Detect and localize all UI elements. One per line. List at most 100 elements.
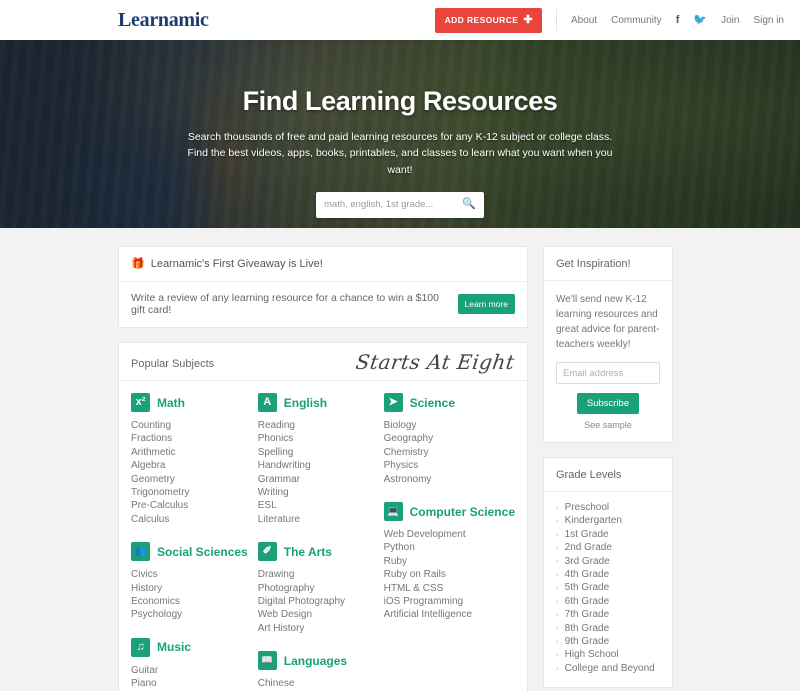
list-item[interactable]: › 8th Grade (556, 622, 660, 635)
subject-math-header[interactable]: x² Math (131, 393, 248, 412)
list-item[interactable]: HTML & CSS (384, 582, 515, 595)
list-item[interactable]: Civics (131, 568, 248, 581)
subscribe-button[interactable]: Subscribe (576, 393, 640, 414)
plus-icon: ✚ (523, 13, 533, 26)
inspiration-body: We'll send new K-12 learning resources a… (544, 281, 672, 442)
list-item[interactable]: Artificial Intelligence (384, 608, 515, 621)
add-resource-label: ADD RESOURCE (444, 15, 519, 25)
subject-the-arts-header[interactable]: ✐ The Arts (257, 542, 374, 562)
list-item[interactable]: Biology (384, 419, 515, 432)
chevron-right-icon: › (556, 516, 559, 526)
hero-search-box[interactable]: 🔍 (316, 191, 484, 218)
list-item[interactable]: Literature (258, 513, 374, 526)
giveaway-text: Write a review of any learning resource … (131, 292, 439, 316)
list-item[interactable]: › 3rd Grade (556, 555, 660, 568)
subject-music-header[interactable]: ♫ Music (131, 637, 248, 657)
list-item[interactable]: › Preschool (556, 501, 660, 514)
list-item[interactable]: › College and Beyond (556, 662, 660, 675)
list-item[interactable]: Chemistry (384, 446, 515, 459)
list-item[interactable]: ESL (258, 499, 374, 512)
list-item[interactable]: Web Development (384, 528, 515, 541)
list-item[interactable]: › 7th Grade (556, 608, 660, 621)
list-item[interactable]: › 4th Grade (556, 568, 660, 581)
list-item[interactable]: › 9th Grade (556, 635, 660, 648)
get-inspiration-card: Get Inspiration! We'll send new K-12 lea… (543, 246, 673, 443)
subject-social-sciences-header[interactable]: 👥 Social Sciences (131, 542, 248, 562)
subject-science: ➤ Science Biology Geography Chemistry Ph… (383, 393, 515, 486)
list-item[interactable]: Arithmetic (131, 446, 248, 459)
subject-languages-label: Languages (283, 653, 348, 668)
list-item[interactable]: Pre-Calculus (131, 499, 248, 512)
list-item[interactable]: › 2nd Grade (556, 541, 660, 554)
sidebar-column: Get Inspiration! We'll send new K-12 lea… (543, 246, 673, 691)
list-item[interactable]: Digital Photography (258, 595, 374, 608)
facebook-icon[interactable]: f (676, 14, 680, 26)
list-item[interactable]: Guitar (131, 664, 248, 677)
site-logo[interactable]: Learnamic (118, 9, 209, 32)
list-item[interactable]: Ruby on Rails (384, 568, 515, 581)
grade-label: 6th Grade (564, 595, 610, 607)
list-item[interactable]: Chinese (258, 677, 374, 690)
list-item[interactable]: › High School (556, 648, 660, 661)
subject-science-header[interactable]: ➤ Science (383, 393, 515, 412)
list-item[interactable]: Phonics (258, 432, 374, 445)
list-item[interactable]: Astronomy (384, 473, 515, 486)
music-icon: ♫ (131, 637, 150, 657)
list-item[interactable]: › Kindergarten (556, 514, 660, 527)
list-item[interactable]: Spelling (258, 446, 374, 459)
hero-title: Find Learning Resources (242, 86, 558, 116)
grade-label: 7th Grade (564, 609, 610, 621)
subject-languages: 📖 Languages Chinese Japanese (257, 651, 374, 691)
list-item[interactable]: Physics (384, 459, 515, 472)
list-item[interactable]: Algebra (131, 459, 248, 472)
list-item[interactable]: Handwriting (258, 459, 374, 472)
list-item[interactable]: Ruby (384, 555, 515, 568)
email-field[interactable] (556, 362, 660, 384)
nav-community[interactable]: Community (611, 15, 662, 26)
subject-social-sciences: 👥 Social Sciences Civics History Economi… (131, 542, 248, 622)
list-item[interactable]: iOS Programming (384, 595, 515, 608)
list-item[interactable]: › 5th Grade (556, 581, 660, 594)
list-item[interactable]: Grammar (258, 473, 374, 486)
list-item[interactable]: Economics (131, 595, 248, 608)
nav-about[interactable]: About (571, 15, 597, 26)
search-input[interactable] (324, 199, 463, 211)
english-icon: A (257, 393, 277, 412)
social-sciences-icon: 👥 (131, 542, 150, 562)
nav-signin[interactable]: Sign in (753, 15, 784, 26)
grade-label: High School (564, 649, 619, 661)
list-item[interactable]: › 6th Grade (556, 595, 660, 608)
chevron-right-icon: › (556, 556, 559, 566)
site-header: Learnamic ADD RESOURCE ✚ About Community… (0, 0, 800, 40)
list-item[interactable]: Writing (258, 486, 374, 499)
list-item[interactable]: Python (384, 541, 515, 554)
nav-join[interactable]: Join (721, 15, 739, 26)
add-resource-button[interactable]: ADD RESOURCE ✚ (434, 7, 542, 33)
subject-computer-science-header[interactable]: 💻 Computer Science (383, 502, 515, 522)
list-item[interactable]: Reading (258, 419, 374, 432)
list-item[interactable]: Calculus (131, 513, 248, 526)
grade-label: 5th Grade (564, 582, 610, 594)
inspiration-text: We'll send new K-12 learning resources a… (556, 294, 660, 350)
list-item[interactable]: Counting (131, 419, 248, 432)
list-item[interactable]: Web Design (258, 608, 374, 621)
list-item[interactable]: Fractions (131, 432, 248, 445)
list-item[interactable]: Geography (384, 432, 515, 445)
list-item[interactable]: History (131, 582, 248, 595)
see-sample-link[interactable]: See sample (556, 420, 660, 430)
list-item[interactable]: Art History (258, 622, 374, 635)
search-icon[interactable]: 🔍 (462, 199, 476, 210)
list-item[interactable]: Photography (258, 582, 374, 595)
subject-english-header[interactable]: A English (257, 393, 374, 412)
main-column: 🎁 Learnamic's First Giveaway is Live! Wr… (118, 246, 528, 691)
twitter-icon[interactable]: 🐦 (693, 14, 707, 26)
subject-languages-header[interactable]: 📖 Languages (257, 651, 374, 671)
chevron-right-icon: › (556, 502, 559, 512)
list-item[interactable]: › 1st Grade (556, 528, 660, 541)
list-item[interactable]: Piano (131, 677, 248, 690)
list-item[interactable]: Drawing (258, 568, 374, 581)
list-item[interactable]: Psychology (131, 608, 248, 621)
list-item[interactable]: Geometry (131, 473, 248, 486)
learn-more-button[interactable]: Learn more (457, 294, 515, 314)
list-item[interactable]: Trigonometry (131, 486, 248, 499)
